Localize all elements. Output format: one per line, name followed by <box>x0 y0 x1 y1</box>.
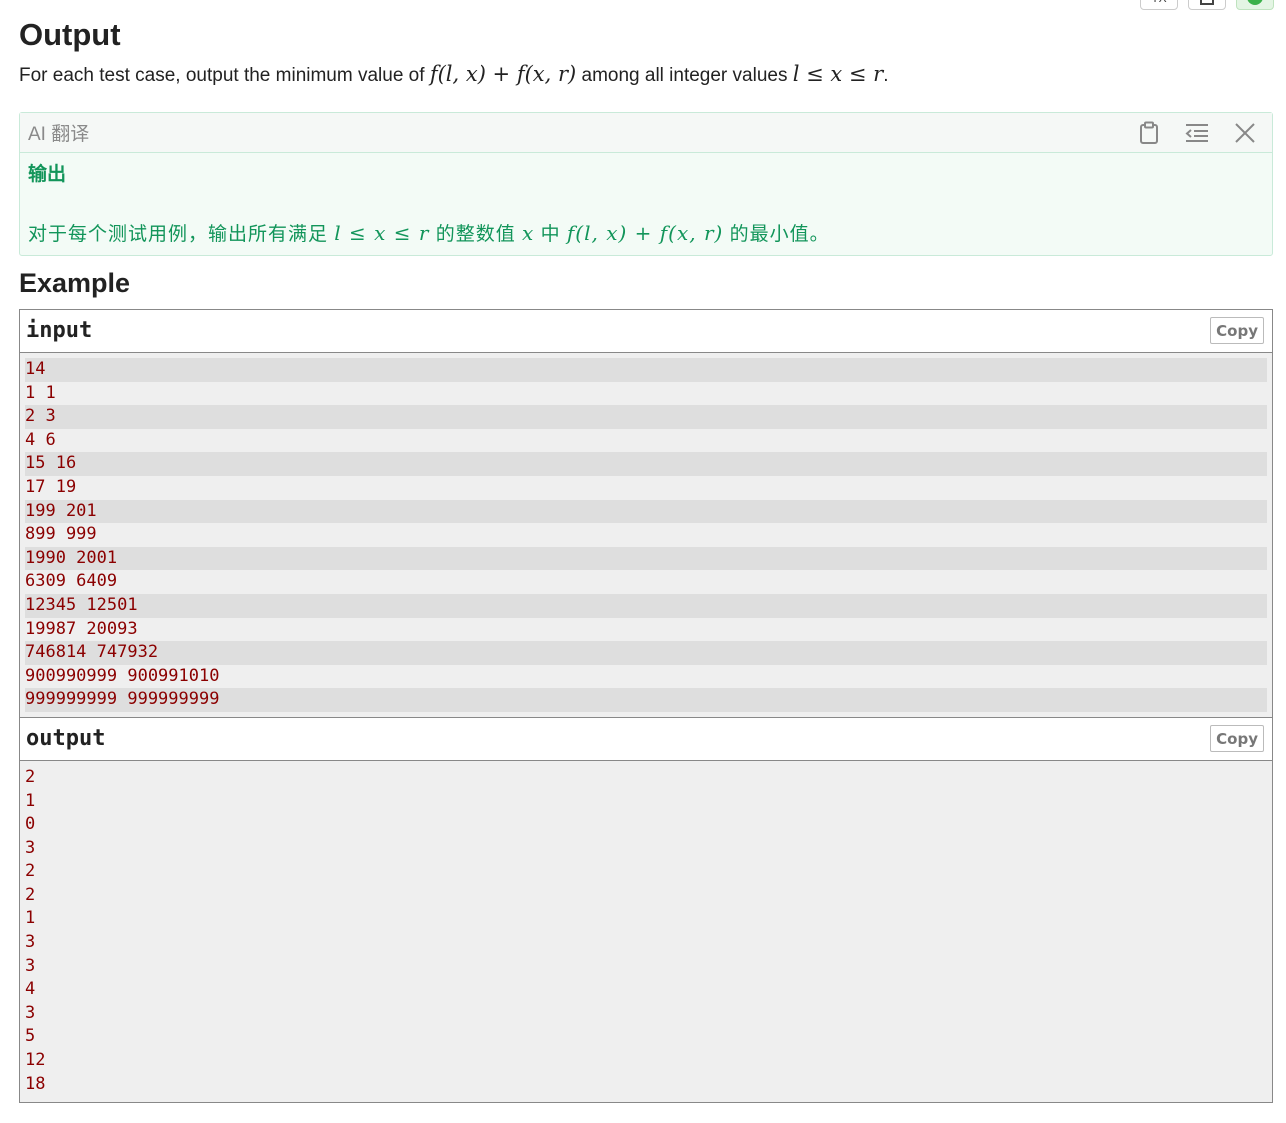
output-line: 3 <box>25 932 36 953</box>
desc-formula: f(l, x) + f(x, r) <box>429 62 577 86</box>
top-toolbar: TX ✓ <box>1140 0 1274 10</box>
toolbar-box-button[interactable] <box>1188 0 1226 10</box>
input-line: 12345 12501 <box>25 593 1267 618</box>
sample-test: input Copy 14 1 12 34 6 15 16 17 19 199 201 8… <box>19 309 1273 1104</box>
output-line: 3 <box>25 955 36 976</box>
input-line: 6309 6409 <box>25 571 118 592</box>
toolbar-text-button[interactable]: TX <box>1140 0 1178 10</box>
ai-translation-actions <box>1136 113 1258 152</box>
desc-prefix: For each test case, output the minimum v… <box>19 65 430 86</box>
sample-output-body[interactable]: 2 1 0 3 2 2 1 3 3 4 3 5 12 18 <box>20 760 1272 1103</box>
input-line: 899 999 <box>25 524 97 545</box>
ai-text-suffix: 的最小值。 <box>723 224 830 245</box>
ai-translation-panel: AI 翻译 输出 对于每个测试用例，输出所有满足 l ≤ x ≤ r 的整数值 … <box>19 112 1273 256</box>
output-description: For each test case, output the minimum v… <box>19 58 1273 92</box>
output-line: 5 <box>25 1026 36 1047</box>
output-line: 2 <box>25 766 36 787</box>
input-line: 1990 2001 <box>25 546 1267 571</box>
clipboard-icon[interactable] <box>1136 120 1162 146</box>
output-line: 1 <box>25 908 36 929</box>
sample-input-body[interactable]: 14 1 12 34 6 15 16 17 19 199 201 899 999 1990 … <box>20 353 1272 717</box>
input-line: 2 3 <box>25 405 1267 429</box>
input-line: 900990999 900991010 <box>25 665 220 686</box>
ai-text-middle1: 的整数值 <box>429 224 523 245</box>
sample-output-header: output Copy <box>20 717 1272 761</box>
copy-output-button[interactable]: Copy <box>1210 724 1264 752</box>
output-line: 1 <box>25 790 36 811</box>
sample-output-section: output Copy 2 1 0 3 2 2 1 3 3 4 3 5 12 18 <box>20 716 1272 1103</box>
example-title: Example <box>19 268 131 298</box>
ai-translation-text: 对于每个测试用例，输出所有满足 l ≤ x ≤ r 的整数值 x 中 f(l, … <box>28 219 1264 249</box>
output-line: 2 <box>25 861 36 882</box>
close-icon[interactable] <box>1232 120 1258 146</box>
ai-translation-title: AI 翻译 <box>28 124 90 145</box>
box-icon <box>1200 0 1214 5</box>
ai-text-formula: f(l, x) + f(x, r) <box>566 221 724 245</box>
ai-text-prefix: 对于每个测试用例，输出所有满足 <box>28 224 335 245</box>
output-line: 18 <box>25 1073 46 1094</box>
output-line: 3 <box>25 837 36 858</box>
indent-icon[interactable] <box>1184 120 1210 146</box>
check-icon: ✓ <box>1247 0 1263 5</box>
problem-content: Output For each test case, output the mi… <box>19 14 1273 1104</box>
input-line: 199 201 <box>25 499 1267 524</box>
sample-input-section: input Copy 14 1 12 34 6 15 16 17 19 199 201 8… <box>20 310 1272 717</box>
input-line: 999999999 999999999 <box>25 688 1267 712</box>
input-line: 14 <box>25 358 1267 382</box>
input-line: 19987 20093 <box>25 618 138 639</box>
output-line: 4 <box>25 979 36 1000</box>
toolbar-accepted-button[interactable]: ✓ <box>1236 0 1274 10</box>
ai-translation-header: AI 翻译 <box>20 113 1272 153</box>
desc-middle: among all integer values <box>576 65 793 86</box>
input-line: 15 16 <box>25 452 1267 476</box>
ai-text-var: x <box>522 221 535 245</box>
ai-text-middle2: 中 <box>534 224 567 245</box>
output-line: 12 <box>25 1050 46 1071</box>
ai-text-condition: l ≤ x ≤ r <box>334 221 430 245</box>
ai-translation-heading: 输出 <box>28 164 67 185</box>
output-line: 3 <box>25 1002 36 1023</box>
desc-condition: l ≤ x ≤ r <box>792 62 884 86</box>
copy-input-button[interactable]: Copy <box>1210 317 1264 344</box>
input-line: 17 19 <box>25 476 77 497</box>
input-label: input <box>26 318 93 343</box>
output-section-title: Output <box>19 17 121 52</box>
output-line: 2 <box>25 884 36 905</box>
input-line: 4 6 <box>25 429 56 450</box>
output-label: output <box>26 725 106 751</box>
output-line: 0 <box>25 814 36 835</box>
ai-translation-body: 输出 对于每个测试用例，输出所有满足 l ≤ x ≤ r 的整数值 x 中 f(… <box>20 153 1272 249</box>
sample-input-header: input Copy <box>20 310 1272 353</box>
input-line: 746814 747932 <box>25 641 1267 665</box>
toolbar-text-label: TX <box>1151 0 1166 5</box>
desc-suffix: . <box>883 65 889 86</box>
input-line: 1 1 <box>25 382 56 403</box>
